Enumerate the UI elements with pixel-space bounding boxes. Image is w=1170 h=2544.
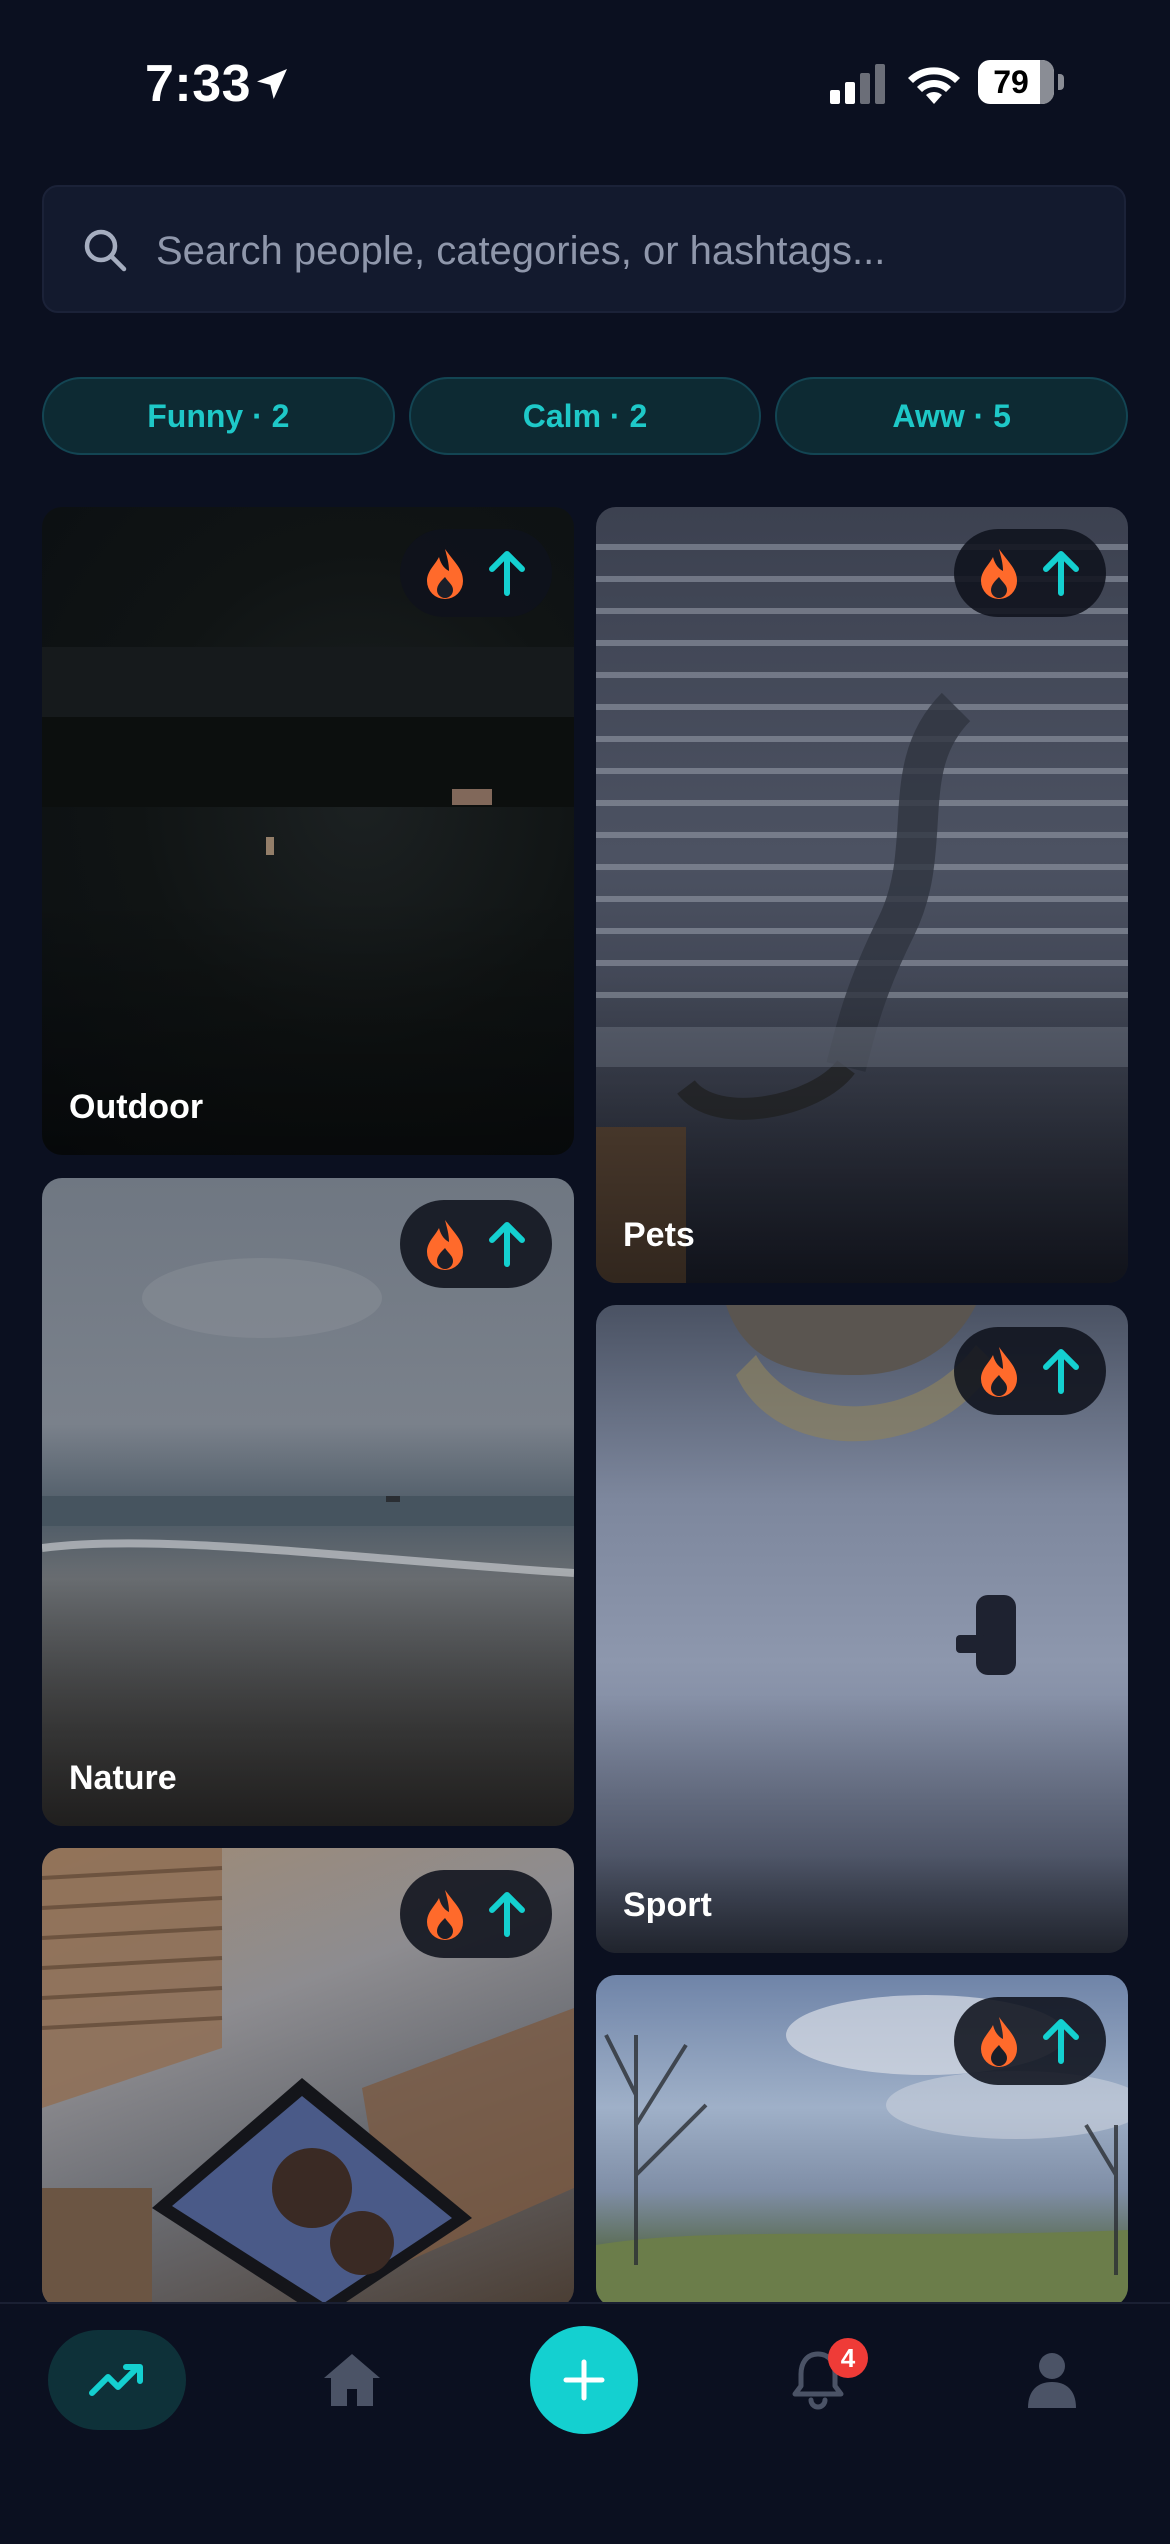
search-bar[interactable] — [42, 185, 1126, 313]
feed-card[interactable]: Pets — [596, 507, 1128, 1283]
feed-card[interactable]: Outdoor — [42, 507, 574, 1155]
status-time: 7:33 — [145, 55, 252, 113]
feed-card[interactable] — [42, 1848, 574, 2308]
trending-icon — [89, 2364, 143, 2396]
chip-aww[interactable]: Aww · 5 — [775, 377, 1129, 455]
card-actions — [954, 529, 1106, 617]
feed-card[interactable]: Sport — [596, 1305, 1128, 1953]
card-actions — [400, 529, 552, 617]
bottom-nav: 4 — [0, 2302, 1170, 2544]
upvote-arrow-icon[interactable] — [1041, 549, 1081, 597]
cellular-signal-icon — [830, 64, 885, 104]
upvote-arrow-icon[interactable] — [1041, 1347, 1081, 1395]
feed-card[interactable] — [596, 1975, 1128, 2307]
nav-profile-button[interactable] — [1012, 2340, 1092, 2420]
battery-level: 79 — [993, 63, 1029, 100]
wifi-icon — [908, 67, 960, 104]
upvote-arrow-icon[interactable] — [487, 1890, 527, 1938]
category-chips: Funny · 2 Calm · 2 Aww · 5 — [42, 377, 1129, 455]
status-bar: 7:33 79 — [0, 0, 1170, 170]
battery-indicator: 79 — [978, 60, 1066, 106]
upvote-arrow-icon[interactable] — [487, 549, 527, 597]
upvote-arrow-icon[interactable] — [487, 1220, 527, 1268]
card-actions — [400, 1200, 552, 1288]
chip-funny[interactable]: Funny · 2 — [42, 377, 395, 455]
card-actions — [954, 1327, 1106, 1415]
flame-icon[interactable] — [979, 1345, 1019, 1397]
card-category-label: Pets — [623, 1216, 695, 1254]
flame-icon[interactable] — [979, 2015, 1019, 2067]
home-icon — [324, 2354, 380, 2406]
card-category-label: Sport — [623, 1886, 712, 1924]
nav-home-button[interactable] — [312, 2340, 392, 2420]
flame-icon[interactable] — [425, 1218, 465, 1270]
card-actions — [400, 1870, 552, 1958]
notification-badge: 4 — [828, 2338, 868, 2378]
nav-trending-button[interactable] — [48, 2330, 186, 2430]
upvote-arrow-icon[interactable] — [1041, 2017, 1081, 2065]
flame-icon[interactable] — [979, 547, 1019, 599]
flame-icon[interactable] — [425, 1888, 465, 1940]
card-category-label: Outdoor — [69, 1088, 204, 1126]
flame-icon[interactable] — [425, 547, 465, 599]
location-arrow-icon — [257, 69, 287, 99]
search-input[interactable] — [154, 207, 1098, 295]
profile-icon — [1028, 2353, 1076, 2408]
card-actions — [954, 1997, 1106, 2085]
plus-icon — [563, 2359, 605, 2401]
card-category-label: Nature — [69, 1759, 177, 1797]
chip-calm[interactable]: Calm · 2 — [408, 377, 762, 455]
nav-create-button[interactable] — [530, 2326, 638, 2434]
search-icon — [84, 229, 127, 272]
feed-card[interactable]: Nature — [42, 1178, 574, 1826]
